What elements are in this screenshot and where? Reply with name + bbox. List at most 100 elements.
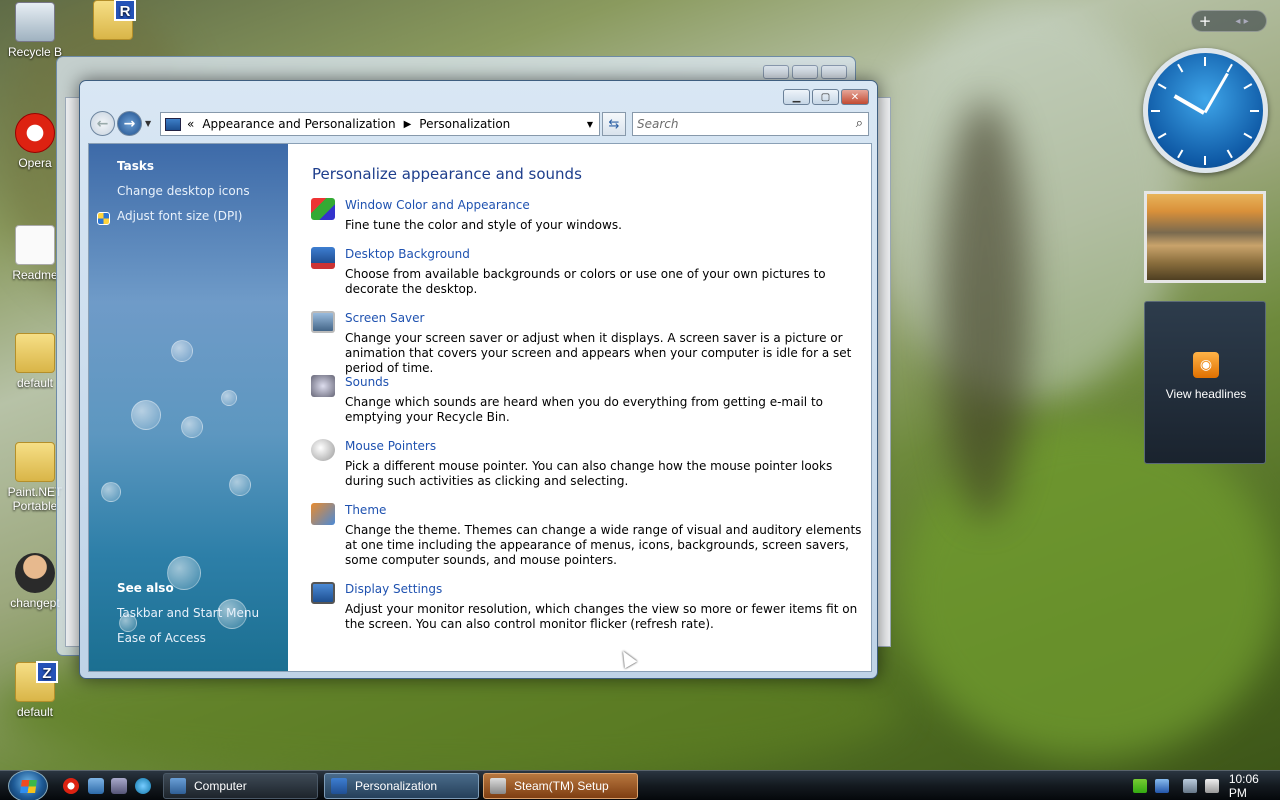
clock-tick <box>1157 132 1167 139</box>
show-desktop-icon[interactable] <box>88 778 104 794</box>
windows-logo-icon <box>20 780 37 793</box>
desktop-icon-recycle-bin[interactable]: Recycle B <box>0 2 70 59</box>
screen-saver-link[interactable]: Screen Saver <box>345 311 424 325</box>
breadcrumb-appearance[interactable]: Appearance and Personalization <box>202 117 395 131</box>
item-description: Change which sounds are heard when you d… <box>345 395 823 424</box>
folder-badge-letter: R <box>114 0 136 21</box>
system-tray: 10:06 PM <box>1125 771 1280 800</box>
theme-icon <box>311 503 335 525</box>
address-dropdown-icon[interactable]: ▼ <box>587 120 593 129</box>
close-icon[interactable] <box>821 65 847 79</box>
address-bar[interactable]: « Appearance and Personalization ▶ Perso… <box>160 112 600 136</box>
switch-windows-icon[interactable] <box>111 778 127 794</box>
bubble-decoration <box>229 474 251 496</box>
desktop-icon-folder-r[interactable]: R <box>78 0 148 43</box>
opera-quicklaunch-icon[interactable] <box>63 778 79 794</box>
slideshow-gadget[interactable] <box>1144 191 1266 283</box>
item-description: Change your screen saver or adjust when … <box>345 331 852 375</box>
refresh-icon: ⇆ <box>608 116 620 132</box>
screen-saver-icon <box>311 311 335 333</box>
display-settings-link[interactable]: Display Settings <box>345 582 442 596</box>
control-panel-icon <box>331 778 347 794</box>
tasks-heading: Tasks <box>117 159 155 173</box>
clock-tick <box>1204 57 1206 66</box>
sounds-icon <box>311 375 335 397</box>
adjust-font-size-link[interactable]: Adjust font size (DPI) <box>117 209 242 223</box>
sounds-link[interactable]: Sounds <box>345 375 389 389</box>
feed-headlines-gadget[interactable]: ◉ View headlines <box>1144 301 1266 464</box>
back-button[interactable]: ← <box>90 111 115 136</box>
theme-link[interactable]: Theme <box>345 503 386 517</box>
minimize-button[interactable]: ▁ <box>783 89 810 105</box>
clock-gadget[interactable] <box>1143 48 1268 173</box>
desktop-icon-default-2[interactable]: Z default <box>0 661 70 719</box>
minimize-icon[interactable] <box>763 65 789 79</box>
taskbar-button-personalization[interactable]: Personalization <box>324 773 479 799</box>
clock-tick <box>1226 149 1233 159</box>
clock-tick <box>1243 83 1253 90</box>
view-headlines-link[interactable]: View headlines <box>1145 387 1267 401</box>
display-settings-icon <box>311 582 335 604</box>
close-icon: ✕ <box>850 91 860 103</box>
personalization-window[interactable]: ▁ ▢ ✕ ← → ▼ « Appearance and Personaliza… <box>79 80 878 679</box>
close-button[interactable]: ✕ <box>841 89 869 105</box>
ease-of-access-link[interactable]: Ease of Access <box>117 631 206 645</box>
internet-explorer-icon[interactable] <box>135 778 151 794</box>
folder-icon: R <box>93 0 136 40</box>
network-icon[interactable] <box>1182 779 1197 793</box>
paint-net-icon <box>15 442 55 482</box>
maximize-icon[interactable] <box>792 65 818 79</box>
clock-tick <box>1177 149 1184 159</box>
tray-clock[interactable]: 10:06 PM <box>1229 772 1280 800</box>
tasks-sidebar: Tasks Change desktop icons Adjust font s… <box>89 144 288 671</box>
taskbar-start-menu-link[interactable]: Taskbar and Start Menu <box>117 606 259 620</box>
folder-icon: Z <box>15 661 58 702</box>
bubble-decoration <box>131 400 161 430</box>
page-title: Personalize appearance and sounds <box>312 165 582 183</box>
uac-shield-icon <box>97 212 110 225</box>
volume-icon[interactable] <box>1204 779 1219 793</box>
rss-icon: ◉ <box>1193 352 1219 378</box>
address-overflow[interactable]: « <box>187 117 194 131</box>
desktop-background-icon <box>311 247 335 269</box>
recent-pages-dropdown[interactable]: ▼ <box>145 119 151 128</box>
start-button[interactable] <box>8 770 48 800</box>
add-gadget-button[interactable]: + <box>1192 12 1218 30</box>
clock-tick <box>1226 63 1233 73</box>
gadget-scroll-arrows-icon[interactable]: ◂ ▸ <box>1218 16 1266 27</box>
maximize-button[interactable]: ▢ <box>812 89 839 105</box>
clock-tick <box>1204 156 1206 165</box>
search-icon[interactable]: ⌕ <box>856 116 863 131</box>
breadcrumb-separator-icon[interactable]: ▶ <box>404 119 412 130</box>
window-color-icon <box>311 198 335 220</box>
item-description: Fine tune the color and style of your wi… <box>345 218 622 232</box>
back-arrow-icon: ← <box>96 115 109 132</box>
clock-minute-hand <box>1203 72 1229 114</box>
item-description: Pick a different mouse pointer. You can … <box>345 459 833 488</box>
window-color-link[interactable]: Window Color and Appearance <box>345 198 530 212</box>
breadcrumb-personalization[interactable]: Personalization <box>419 117 510 131</box>
item-description: Change the theme. Themes can change a wi… <box>345 523 862 567</box>
search-input[interactable] <box>637 117 847 131</box>
desktop-background-link[interactable]: Desktop Background <box>345 247 470 261</box>
taskbar-button-steam-setup[interactable]: Steam(TM) Setup <box>483 773 638 799</box>
taskbar-button-label: Steam(TM) Setup <box>514 779 609 793</box>
clock-tick <box>1177 63 1184 73</box>
tray-app-icon[interactable] <box>1133 779 1147 793</box>
forward-arrow-icon: → <box>123 115 136 132</box>
mouse-pointers-link[interactable]: Mouse Pointers <box>345 439 436 453</box>
tray-update-icon[interactable] <box>1154 779 1169 793</box>
refresh-button[interactable]: ⇆ <box>602 112 626 136</box>
taskbar-button-computer[interactable]: Computer <box>163 773 318 799</box>
forward-button[interactable]: → <box>117 111 142 136</box>
sidebar-gadget-bar: + ◂ ▸ <box>1191 10 1267 32</box>
change-desktop-icons-link[interactable]: Change desktop icons <box>117 184 250 198</box>
bubble-decoration <box>171 340 193 362</box>
item-description: Choose from available backgrounds or col… <box>345 267 826 296</box>
chevron-down-icon: ▼ <box>145 119 152 128</box>
computer-icon <box>170 778 186 794</box>
folder-badge-letter: Z <box>36 661 58 683</box>
taskbar-button-label: Personalization <box>355 779 438 793</box>
search-box[interactable]: ⌕ <box>632 112 869 136</box>
taskbar: Computer Personalization Steam(TM) Setup… <box>0 770 1280 800</box>
